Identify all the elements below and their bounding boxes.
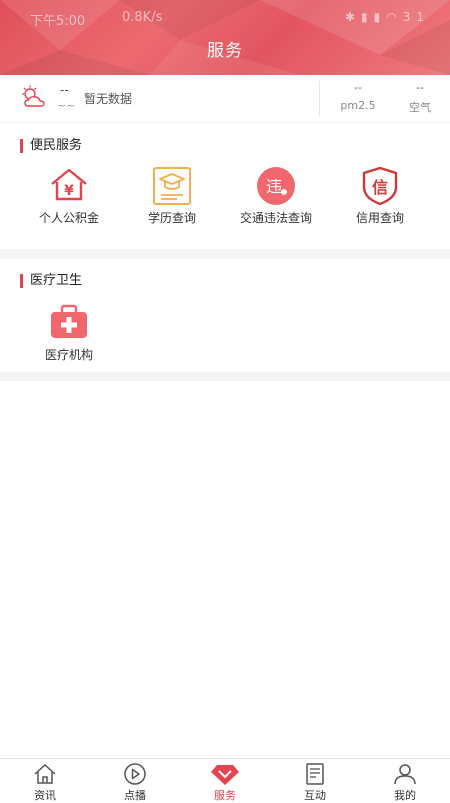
battery-icon: 31 bbox=[402, 10, 430, 24]
tab-label: 资讯 bbox=[34, 789, 56, 802]
service-label: 学历查询 bbox=[147, 211, 196, 225]
signal-icon: ▮▮ bbox=[361, 10, 387, 24]
traffic-violation-glyph: 违 bbox=[266, 177, 282, 196]
tab-interact[interactable]: 互动 bbox=[270, 759, 360, 802]
education-icon bbox=[153, 167, 191, 205]
tab-label: 互动 bbox=[304, 789, 326, 802]
weather-condition: ~~ bbox=[57, 99, 76, 112]
credit-icon: 信 bbox=[362, 166, 398, 206]
section-title: 医疗卫生 bbox=[20, 274, 82, 288]
app-header: 下午5:00 0.8K/s ✱▮▮◠31 服务 bbox=[0, 0, 450, 75]
service-label: 个人公积金 bbox=[38, 211, 99, 225]
section-convenience: 便民服务 ¥ 个人公积金 学历查询 违 交通违法查询 信 信用查询 bbox=[0, 124, 450, 249]
air-label: 空气 bbox=[409, 101, 431, 114]
tab-vod[interactable]: 点播 bbox=[90, 759, 180, 802]
bottom-tab-bar: 资讯 点播 服务 互动 我的 bbox=[0, 758, 450, 802]
service-label: 信用查询 bbox=[355, 211, 404, 225]
play-icon bbox=[124, 763, 146, 785]
status-bar: 下午5:00 0.8K/s ✱▮▮◠31 bbox=[30, 10, 430, 29]
medical-kit-icon bbox=[51, 304, 87, 338]
service-traffic-violation[interactable]: 违 交通违法查询 bbox=[231, 165, 321, 225]
tab-label: 点播 bbox=[124, 789, 146, 802]
housing-fund-icon: ¥ bbox=[51, 168, 87, 201]
tab-label: 服务 bbox=[214, 789, 236, 802]
svg-text:¥: ¥ bbox=[64, 183, 74, 199]
page-title: 服务 bbox=[207, 41, 243, 61]
user-icon bbox=[394, 764, 416, 785]
home-icon bbox=[34, 763, 56, 784]
air-value: -- bbox=[416, 81, 424, 94]
service-medical-institution[interactable]: 医疗机构 bbox=[24, 302, 114, 362]
status-icons: ✱▮▮◠31 bbox=[345, 10, 430, 24]
pm25-metric: -- pm2.5 bbox=[333, 81, 383, 112]
air-metric: -- 空气 bbox=[395, 81, 445, 115]
weather-bar[interactable]: -- ~~ 暂无数据 -- pm2.5 -- 空气 bbox=[0, 75, 450, 123]
bluetooth-icon: ✱ bbox=[344, 10, 362, 24]
service-credit[interactable]: 信 信用查询 bbox=[335, 165, 425, 225]
service-diamond-icon bbox=[211, 765, 239, 785]
traffic-violation-icon: 违 bbox=[257, 167, 295, 205]
weather-divider bbox=[319, 81, 320, 117]
weather-description: 暂无数据 bbox=[84, 92, 133, 106]
section-medical: 医疗卫生 医疗机构 bbox=[0, 259, 450, 372]
weather-cloud-sun-icon bbox=[22, 85, 45, 107]
service-label: 医疗机构 bbox=[44, 348, 93, 362]
section-gap bbox=[0, 249, 450, 259]
pm25-value: -- bbox=[354, 81, 362, 94]
section-title: 便民服务 bbox=[20, 139, 82, 153]
temperature: -- bbox=[60, 83, 69, 97]
section-gap bbox=[0, 372, 450, 381]
status-time: 下午5:00 bbox=[30, 14, 86, 29]
service-label: 交通违法查询 bbox=[239, 211, 312, 225]
tab-label: 我的 bbox=[394, 789, 416, 802]
credit-glyph: 信 bbox=[372, 178, 388, 197]
tab-mine[interactable]: 我的 bbox=[360, 759, 450, 802]
pm25-label: pm2.5 bbox=[340, 99, 376, 112]
tab-service[interactable]: 服务 bbox=[180, 759, 270, 802]
news-icon bbox=[306, 763, 324, 785]
service-housing-fund[interactable]: ¥ 个人公积金 bbox=[24, 165, 114, 225]
network-speed: 0.8K/s bbox=[122, 10, 163, 25]
wifi-icon: ◠ bbox=[386, 10, 403, 24]
service-education[interactable]: 学历查询 bbox=[127, 165, 217, 225]
tab-news[interactable]: 资讯 bbox=[0, 759, 90, 802]
